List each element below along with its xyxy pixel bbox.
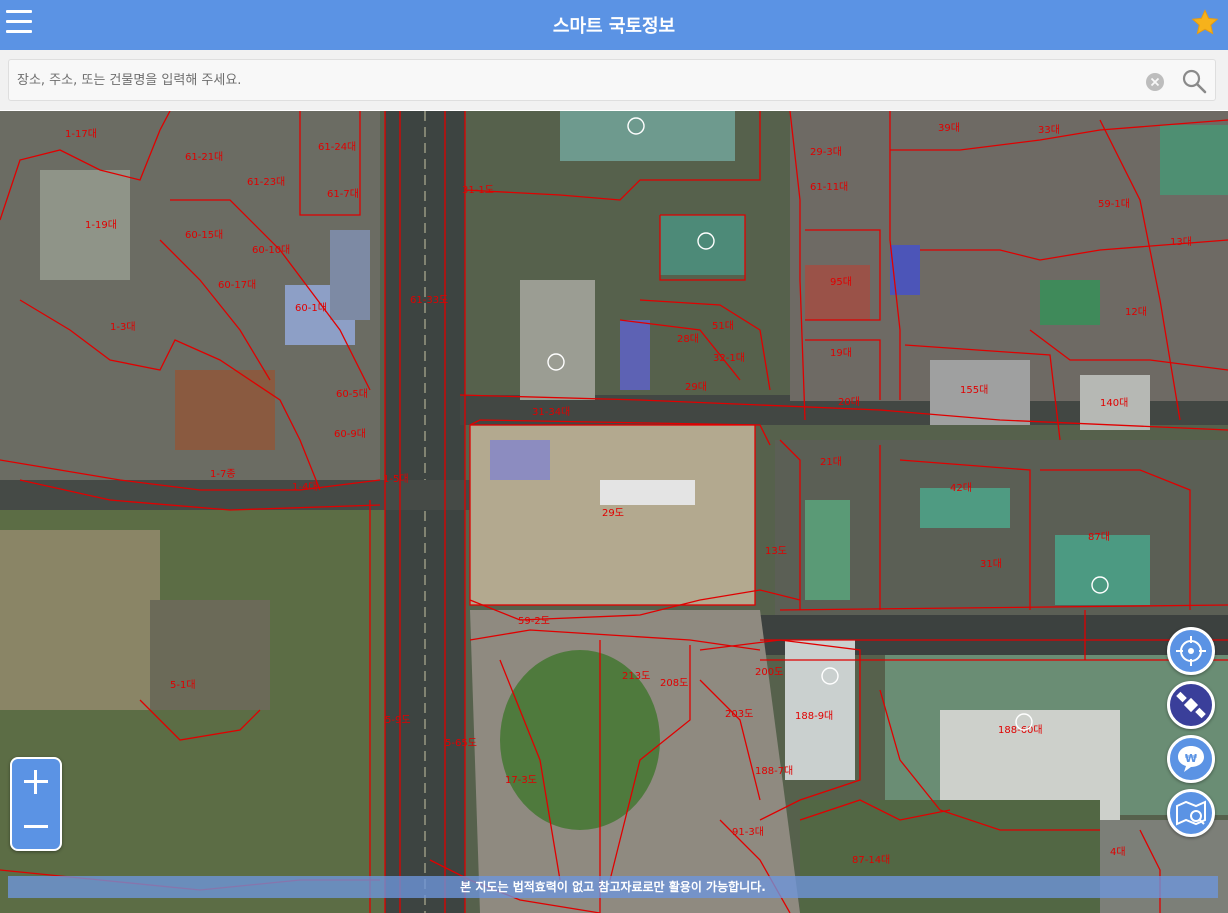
parcel-label: 31-1도 (462, 185, 494, 196)
parcel-label: 19대 (830, 347, 852, 359)
zoom-out-button[interactable] (12, 804, 60, 849)
parcel-label: 203도 (725, 709, 753, 720)
aerial-map[interactable]: 1-17대 61-21대 61-23대 61-7대 61-24대 61-11대 … (0, 111, 1228, 913)
parcel-label: 17-3도 (505, 775, 537, 786)
magnifier-icon[interactable] (1181, 68, 1207, 94)
parcel-label: 60-9대 (334, 428, 366, 440)
parcel-label: 140대 (1100, 397, 1128, 409)
location-target-icon (1176, 636, 1206, 666)
svg-text:₩: ₩ (1185, 752, 1197, 765)
parcel-label: 33대 (1038, 124, 1060, 136)
search-input[interactable] (17, 60, 1147, 100)
parcel-label: 61-23대 (247, 176, 285, 188)
parcel-label: 29대 (685, 381, 707, 393)
parcel-label: 5-9도 (385, 715, 411, 726)
parcel-label: 12대 (1125, 306, 1147, 318)
search-bar (0, 50, 1228, 110)
parcel-label: 5-65도 (445, 738, 477, 749)
parcel-label: 61-33도 (410, 295, 448, 306)
parcel-label: 61-24대 (318, 141, 356, 153)
parcel-label: 87대 (1088, 531, 1110, 543)
parcel-label: 1-19대 (85, 219, 117, 231)
map-search-icon (1176, 800, 1206, 826)
parcel-label: 51대 (712, 320, 734, 332)
search-box (8, 59, 1216, 101)
land-price-button[interactable]: ₩ (1167, 735, 1215, 783)
parcel-label: 61-7대 (327, 188, 359, 200)
parcel-label: 21대 (820, 456, 842, 468)
disclaimer-banner: 본 지도는 법적효력이 없고 참고자료로만 활용이 가능합니다. (8, 876, 1218, 898)
parcel-label: 59-1대 (1098, 198, 1130, 210)
parcel-label: 60-15대 (185, 229, 223, 241)
parcel-label: 5-1대 (170, 679, 196, 691)
parcel-label: 1-17대 (65, 128, 97, 140)
parcel-label: 28대 (677, 333, 699, 345)
parcel-label: 42대 (950, 482, 972, 494)
parcel-label: 29도 (602, 508, 624, 519)
parcel-label: 61-21대 (185, 151, 223, 163)
parcel-label: 13대 (1170, 236, 1192, 248)
won-currency-icon: ₩ (1178, 746, 1204, 772)
satellite-button[interactable] (1167, 681, 1215, 729)
location-target-button[interactable] (1167, 627, 1215, 675)
app-title: 스마트 국토정보 (552, 16, 676, 37)
parcel-label: 60-1대 (295, 302, 327, 314)
parcel-label: 87-14대 (852, 854, 890, 866)
parcel-label: 188-60대 (998, 724, 1043, 736)
map-canvas[interactable]: 1-17대 61-21대 61-23대 61-7대 61-24대 61-11대 … (0, 111, 1228, 913)
parcel-label: 1-7종 (210, 468, 236, 480)
parcel-label: 1-4대 (292, 481, 318, 493)
parcel-label: 13도 (765, 546, 787, 557)
parcel-label: 91-3대 (732, 826, 764, 838)
map-search-button[interactable] (1167, 789, 1215, 837)
parcel-label: 188-7대 (755, 765, 793, 777)
zoom-control (10, 757, 62, 851)
parcel-label: 208도 (660, 678, 688, 689)
parcel-label: 59-2도 (518, 616, 550, 627)
parcel-label: 61-11대 (810, 181, 848, 193)
satellite-icon (1176, 691, 1206, 719)
parcel-label: 20대 (838, 396, 860, 408)
parcel-label: 1-3대 (110, 321, 136, 333)
app-header: 스마트 국토정보 (0, 0, 1228, 50)
parcel-label: 39대 (938, 122, 960, 134)
parcel-label: 155대 (960, 384, 988, 396)
parcel-label: 60-17대 (218, 279, 256, 291)
zoom-in-button[interactable] (12, 759, 60, 804)
star-icon[interactable] (1190, 8, 1220, 38)
parcel-label: 95대 (830, 276, 852, 288)
parcel-label: 60-5대 (336, 388, 368, 400)
parcel-label: 31-34대 (532, 406, 570, 418)
parcel-label: 213도 (622, 671, 650, 682)
parcel-label: 60-10대 (252, 244, 290, 256)
parcel-label: 200도 (755, 667, 783, 678)
parcel-label: 4대 (1110, 846, 1126, 858)
parcel-label: 31대 (980, 558, 1002, 570)
parcel-label: 29-3대 (810, 146, 842, 158)
parcel-label: 32-1대 (713, 352, 745, 364)
parcel-label: 188-9대 (795, 710, 833, 722)
parcel-label: 1-5대 (383, 473, 409, 485)
clear-circle-icon[interactable] (1145, 72, 1165, 92)
